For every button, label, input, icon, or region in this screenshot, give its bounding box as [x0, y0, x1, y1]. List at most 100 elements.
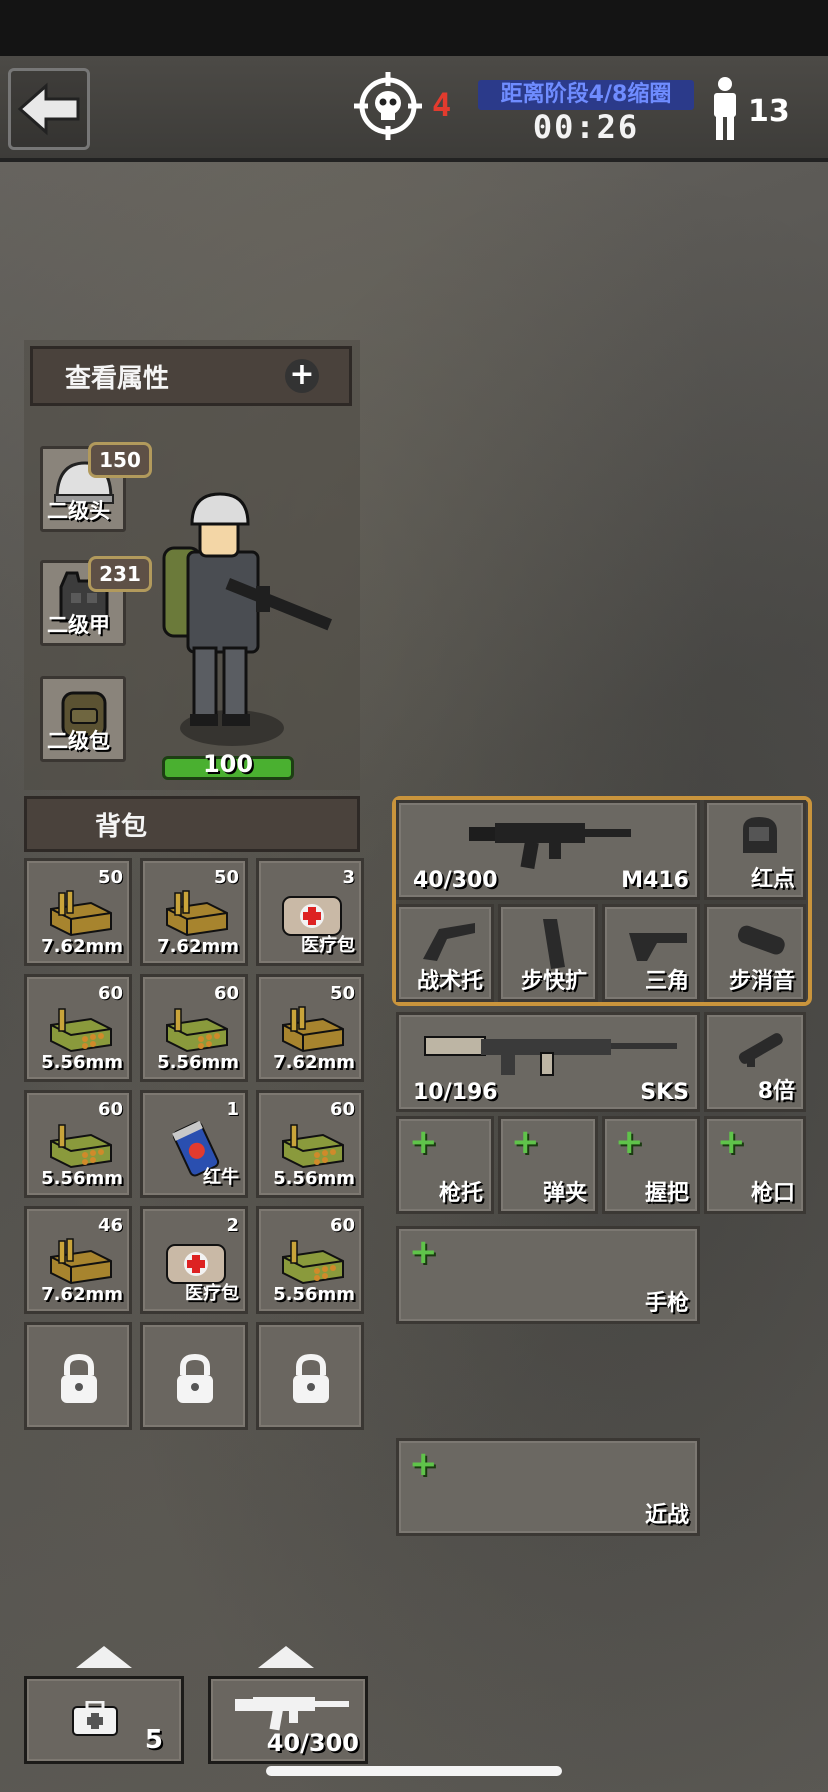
angled-grip-icon	[629, 933, 687, 961]
view-attributes-header[interactable]: 查看属性 +	[30, 346, 352, 406]
primary-stock-slot[interactable]: 战术托	[396, 904, 494, 1002]
quick-medkit-slot[interactable]: 5	[24, 1676, 184, 1764]
backpack-item[interactable]: 2 医疗包	[140, 1206, 248, 1314]
m416-rifle-icon	[469, 823, 631, 869]
players-alive-count: 13	[748, 94, 790, 129]
backpack-item[interactable]: 50 7.62mm	[256, 974, 364, 1082]
item-quantity: 60	[213, 983, 239, 1004]
item-quantity: 50	[329, 983, 355, 1004]
item-name: 7.62mm	[157, 936, 239, 957]
secondary-attachment-slot[interactable]: + 枪口	[704, 1116, 806, 1214]
add-melee-icon: +	[409, 1444, 438, 1484]
item-name: 7.62mm	[41, 936, 123, 957]
backpack-item[interactable]: 50 7.62mm	[24, 858, 132, 966]
melee-label: 近战	[644, 1503, 689, 1528]
backpack-item[interactable]: 60 5.56mm	[256, 1090, 364, 1198]
item-quantity: 3	[342, 867, 355, 888]
secondary-weapon-name: SKS	[640, 1080, 689, 1105]
item-quantity: 60	[97, 983, 123, 1004]
player-count-icon	[714, 77, 736, 140]
add-attachment-icon: +	[511, 1122, 540, 1162]
backpack-title: 背包	[95, 811, 148, 842]
backpack-item[interactable]: 50 7.62mm	[140, 858, 248, 966]
backpack-item[interactable]: 60 5.56mm	[24, 1090, 132, 1198]
weapon-expand-arrow-icon[interactable]	[258, 1646, 314, 1668]
item-name: 5.56mm	[157, 1052, 239, 1073]
backpack-item[interactable]: 1 红牛	[140, 1090, 248, 1198]
primary-mag-label: 步快扩	[520, 969, 587, 994]
item-quantity: 1	[226, 1099, 239, 1120]
backpack-item[interactable]: 3 医疗包	[256, 858, 364, 966]
melee-slot[interactable]: + 近战	[396, 1438, 700, 1536]
attachment-slot-label: 枪口	[750, 1181, 795, 1206]
backpack-item[interactable]: 60 5.56mm	[140, 974, 248, 1082]
item-name: 医疗包	[301, 935, 355, 956]
secondary-weapon-slot[interactable]: 10/196 SKS	[396, 1012, 700, 1112]
secondary-scope-slot[interactable]: 8倍	[704, 1012, 806, 1112]
primary-stock-label: 战术托	[416, 969, 483, 994]
primary-muzzle-slot[interactable]: 步消音	[704, 904, 806, 1002]
item-name: 7.62mm	[41, 1284, 123, 1305]
armor-durability: 231	[88, 556, 152, 592]
primary-scope-slot[interactable]: 红点	[704, 800, 806, 900]
backpack-item[interactable]: 60 5.56mm	[256, 1206, 364, 1314]
secondary-attachment-slot[interactable]: + 弹夹	[498, 1116, 598, 1214]
attachment-slot-label: 枪托	[438, 1181, 483, 1206]
secondary-attachment-slot[interactable]: + 枪托	[396, 1116, 494, 1214]
helmet-label: 二级头	[47, 499, 110, 523]
primary-weapon-slot[interactable]: 40/300 M416	[396, 800, 700, 900]
pistol-label: 手枪	[644, 1291, 689, 1316]
item-quantity: 46	[97, 1215, 123, 1236]
attachment-slot-label: 弹夹	[542, 1181, 587, 1206]
view-attributes-plus-button[interactable]: +	[285, 359, 319, 393]
item-quantity: 2	[226, 1215, 239, 1236]
backpack-header: 背包	[24, 796, 360, 852]
locked-slot[interactable]	[256, 1322, 364, 1430]
locked-slot[interactable]	[24, 1322, 132, 1430]
backpack-item[interactable]: 60 5.56mm	[24, 974, 132, 1082]
soldier-character	[162, 492, 332, 746]
backpack-gear-slot[interactable]: 二级包	[40, 676, 126, 762]
quick-medkit-count: 5	[144, 1725, 163, 1755]
quick-medkit-icon	[72, 1701, 118, 1736]
primary-scope-label: 红点	[750, 867, 795, 892]
item-name: 5.56mm	[273, 1284, 355, 1305]
primary-grip-slot[interactable]: 三角	[602, 904, 700, 1002]
primary-muzzle-label: 步消音	[728, 969, 795, 994]
item-name: 5.56mm	[273, 1168, 355, 1189]
quick-weapon-slot[interactable]: 40/300	[208, 1676, 368, 1764]
add-attachment-icon: +	[615, 1122, 644, 1162]
backpack-gear-label: 二级包	[47, 729, 110, 753]
secondary-attachment-slot[interactable]: + 握把	[602, 1116, 700, 1214]
back-arrow-icon	[17, 82, 80, 136]
red-dot-sight-icon	[743, 817, 777, 853]
locked-slot[interactable]	[140, 1322, 248, 1430]
quick-weapon-ammo: 40/300	[266, 1729, 359, 1757]
medkit-expand-arrow-icon[interactable]	[76, 1646, 132, 1668]
item-name: 医疗包	[185, 1283, 239, 1304]
back-button[interactable]	[8, 68, 90, 150]
item-quantity: 50	[213, 867, 239, 888]
item-quantity: 50	[97, 867, 123, 888]
secondary-weapon-ammo: 10/196	[413, 1080, 498, 1105]
status-bar	[0, 0, 828, 56]
primary-grip-label: 三角	[644, 969, 689, 994]
secondary-scope-label: 8倍	[757, 1079, 795, 1104]
item-quantity: 60	[329, 1099, 355, 1120]
item-name: 红牛	[203, 1167, 239, 1188]
item-name: 5.56mm	[41, 1052, 123, 1073]
quick-rifle-icon	[235, 1697, 349, 1731]
armor-label: 二级甲	[47, 613, 110, 637]
backpack-item[interactable]: 46 7.62mm	[24, 1206, 132, 1314]
add-attachment-icon: +	[717, 1122, 746, 1162]
item-name: 7.62mm	[273, 1052, 355, 1073]
suppressor-icon	[737, 925, 785, 955]
kills-skull-icon	[354, 72, 422, 140]
tactical-stock-icon	[423, 923, 475, 961]
pistol-slot[interactable]: + 手枪	[396, 1226, 700, 1324]
primary-mag-slot[interactable]: 步快扩	[498, 904, 598, 1002]
sks-rifle-icon	[424, 1036, 677, 1076]
add-attachment-icon: +	[409, 1122, 438, 1162]
item-quantity: 60	[97, 1099, 123, 1120]
view-attributes-title: 查看属性	[65, 363, 170, 394]
